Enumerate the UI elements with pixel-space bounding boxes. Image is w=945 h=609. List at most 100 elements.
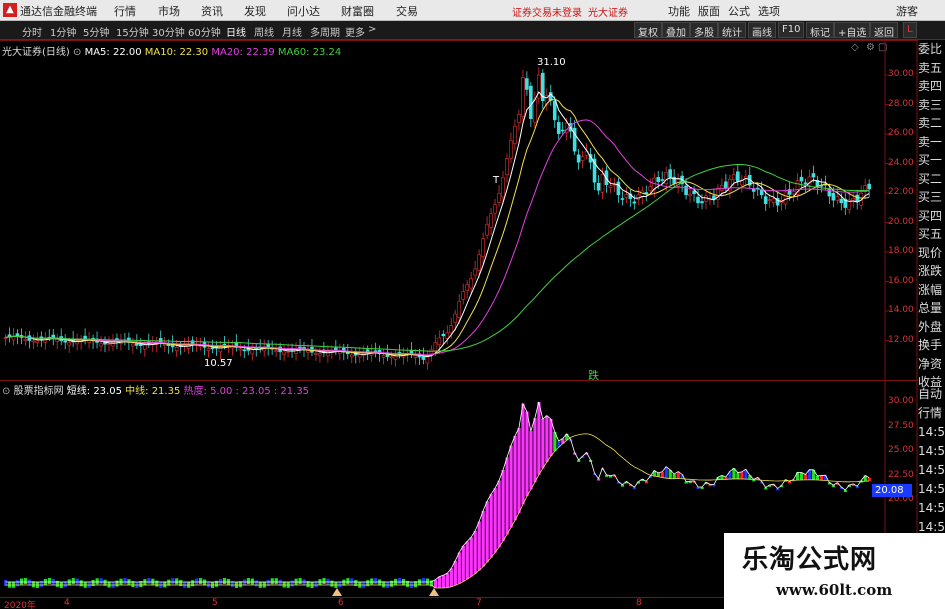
sidebar-item[interactable]: 卖一 <box>918 133 945 152</box>
period-toolbar: 分时 1分钟 5分钟 15分钟 30分钟 60分钟 日线 周线 月线 多周期 更… <box>0 21 945 40</box>
menu-news[interactable]: 资讯 <box>201 3 223 19</box>
add-watchlist-button[interactable]: +自选 <box>834 22 871 39</box>
period-tab-15min[interactable]: 15分钟 <box>116 24 149 39</box>
menu-formula[interactable]: 公式 <box>728 3 750 19</box>
menu-discover[interactable]: 发现 <box>244 3 266 19</box>
menu-function[interactable]: 功能 <box>668 3 690 19</box>
period-tab-multi[interactable]: 多周期 <box>310 24 340 39</box>
date-label-jun: 6 <box>338 598 344 608</box>
sidebar-item[interactable]: 委比 <box>918 40 945 59</box>
sidebar-item[interactable]: 买一 <box>918 151 945 170</box>
collapse-icon[interactable]: ⊙ <box>73 47 81 58</box>
sub-y-tick: 25.00 <box>888 445 914 455</box>
ma10-label: MA10: 22.30 <box>144 47 209 58</box>
sidebar-item[interactable]: 现价 <box>918 244 945 263</box>
period-tab-timeshare[interactable]: 分时 <box>22 24 42 39</box>
indicator-collapse-icon[interactable]: ⊙ <box>2 386 10 397</box>
sidebar-item[interactable]: 买三 <box>918 188 945 207</box>
period-tab-30min[interactable]: 30分钟 <box>152 24 185 39</box>
trade-time-item: 14:50 <box>918 444 945 458</box>
trade-time-item: 行情 <box>918 406 943 420</box>
period-tab-more[interactable]: 更多 <box>345 24 365 39</box>
ma20-label: MA20: 22.39 <box>211 47 275 58</box>
period-tab-1min[interactable]: 1分钟 <box>50 24 76 39</box>
main-y-tick: 22.00 <box>888 187 914 197</box>
period-tab-weekly[interactable]: 周线 <box>254 24 274 39</box>
multi-stock-button[interactable]: 多股 <box>690 22 718 39</box>
mid-line-label: 中线: 21.35 <box>125 386 181 397</box>
menu-quotes[interactable]: 行情 <box>114 3 136 19</box>
main-y-tick: 24.00 <box>888 157 914 168</box>
trade-time-item: 14:50 <box>918 482 945 496</box>
sidebar-item[interactable]: 卖五 <box>918 59 945 78</box>
trade-time-item: 14:50 <box>918 501 945 515</box>
sidebar-item[interactable]: 卖四 <box>918 77 945 96</box>
date-label-jul: 7 <box>476 598 482 608</box>
main-y-tick: 12.00 <box>888 334 914 345</box>
sidebar-item[interactable]: 卖二 <box>918 114 945 133</box>
sidebar-item[interactable]: 总量 <box>918 299 945 318</box>
trade-time-item: 14:50 <box>918 463 945 477</box>
diamond-icon[interactable]: ◇ <box>851 42 859 53</box>
sidebar-item[interactable]: 涨幅 <box>918 281 945 300</box>
ma5-label: MA5: 22.00 <box>84 47 142 58</box>
sidebar-item[interactable]: 涨跌 <box>918 262 945 281</box>
sidebar-item[interactable]: 卖三 <box>918 96 945 115</box>
login-notice[interactable]: 证券交易未登录 <box>512 4 582 19</box>
f10-button[interactable]: F10 <box>778 22 805 38</box>
watermark-title: 乐淘公式网 <box>742 545 878 575</box>
sidebar-item[interactable]: 外盘 <box>918 318 945 337</box>
settings-icon[interactable]: ⚙ <box>866 42 875 53</box>
menu-market[interactable]: 市场 <box>158 3 180 19</box>
date-label-may: 5 <box>212 598 218 608</box>
marker-t: T <box>493 175 500 186</box>
guest-button[interactable]: 游客 <box>896 3 918 19</box>
date-label-aug: 8 <box>636 598 642 608</box>
more-chevron-icon[interactable]: > <box>368 24 376 35</box>
low-price-label: 10.57 <box>204 358 233 369</box>
panel-toggle-l[interactable]: L <box>903 22 917 38</box>
sidebar-item[interactable]: 买五 <box>918 225 945 244</box>
app-logo-icon: ▲ <box>3 3 17 17</box>
indicator-info-line: ⊙ 股票指标网 短线: 23.05 中线: 21.35 热度: 5.00 : 2… <box>2 382 309 397</box>
collapse-chart-icon[interactable]: ▢ <box>878 42 887 53</box>
sidebar-item[interactable]: 净资 <box>918 355 945 374</box>
period-tab-60min[interactable]: 60分钟 <box>188 24 221 39</box>
menu-options[interactable]: 选项 <box>758 3 780 19</box>
marker-fall: 跌 <box>588 369 599 382</box>
watermark: 乐淘公式网 www.60lt.com <box>724 533 945 609</box>
period-tab-monthly[interactable]: 月线 <box>282 24 302 39</box>
overlay-button[interactable]: 叠加 <box>662 22 690 39</box>
main-y-tick: 18.00 <box>888 246 914 256</box>
mark-button[interactable]: 标记 <box>806 22 834 39</box>
main-info-line: 光大证券(日线) ⊙ MA5: 22.00 MA10: 22.30 MA20: … <box>2 43 341 58</box>
date-label-apr: 4 <box>64 598 70 608</box>
back-button[interactable]: 返回 <box>870 22 898 39</box>
period-tab-daily[interactable]: 日线 <box>226 24 246 39</box>
menu-trade[interactable]: 交易 <box>396 3 418 19</box>
sidebar-item[interactable]: 买四 <box>918 207 945 226</box>
stock-label: 光大证券(日线) <box>2 47 70 58</box>
period-tab-5min[interactable]: 5分钟 <box>83 24 109 39</box>
statistics-button[interactable]: 统计 <box>718 22 746 39</box>
sub-y-tick: 27.50 <box>888 420 914 431</box>
main-y-tick: 16.00 <box>888 275 914 286</box>
main-y-tick: 26.00 <box>888 128 914 138</box>
sidebar-item[interactable]: 买二 <box>918 170 945 189</box>
ma60-label: MA60: 23.24 <box>277 47 342 58</box>
date-label-year: 2020年 <box>4 601 36 609</box>
high-price-label: 31.10 <box>537 57 566 68</box>
menu-layout[interactable]: 版面 <box>698 3 720 19</box>
broker-name: 光大证券 <box>588 8 628 19</box>
trade-time-item: 自动 <box>918 387 943 401</box>
adjust-button[interactable]: 复权 <box>634 22 662 39</box>
title-bar: ▲ 通达信金融终端 行情 市场 资讯 发现 问小达 财富圈 交易 证券交易未登录… <box>0 0 945 21</box>
menu-assistant[interactable]: 问小达 <box>287 3 320 19</box>
drawing-button[interactable]: 画线 <box>748 22 776 39</box>
menu-wealth[interactable]: 财富圈 <box>341 3 374 19</box>
current-value-badge: 20.08 <box>872 484 912 497</box>
sidebar-item[interactable]: 换手 <box>918 336 945 355</box>
sub-y-tick: 30.00 <box>888 396 914 406</box>
trade-time-item: 14:50 <box>918 425 945 439</box>
indicator-title: 股票指标网 <box>13 386 64 397</box>
